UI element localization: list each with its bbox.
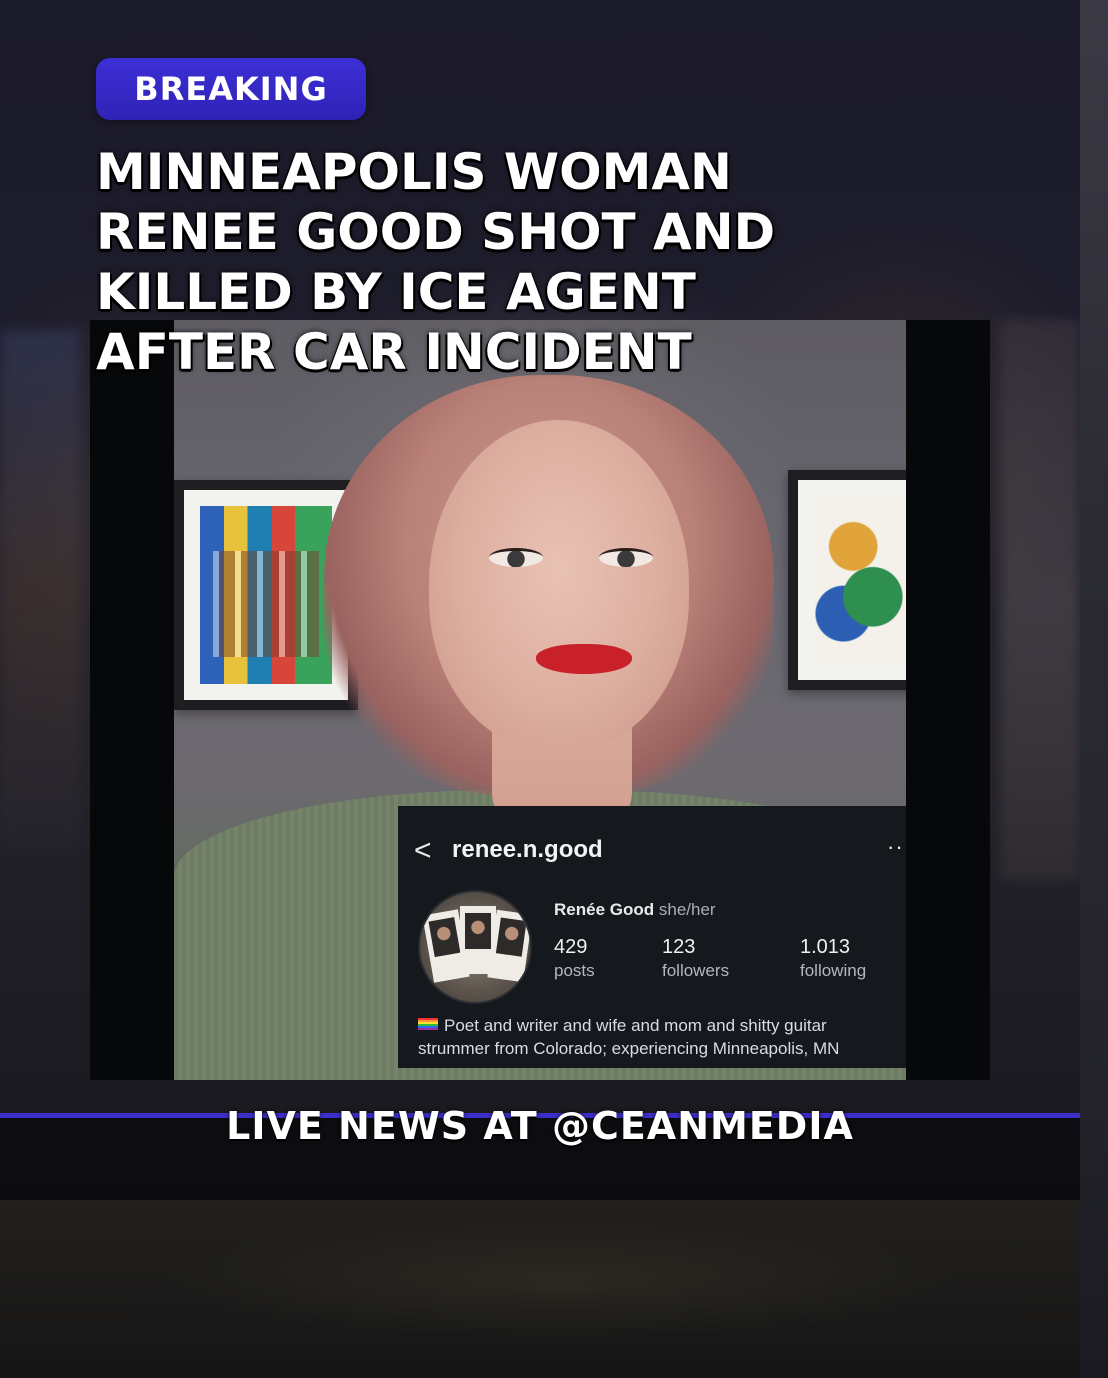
stat-label: following <box>800 961 867 980</box>
instagram-profile-card: < renee.n.good ··· Renée Good she/her 42… <box>398 806 906 1068</box>
profile-bio: Poet and writer and wife and mom and shi… <box>418 1014 906 1060</box>
avatar[interactable] <box>418 890 532 1004</box>
stat-following[interactable]: 1.013 following <box>800 936 866 981</box>
stat-value: 1.013 <box>800 936 851 958</box>
headline-line: MINNEAPOLIS WOMAN <box>96 143 732 201</box>
stat-value: 429 <box>554 936 588 958</box>
bio-line-1: Poet and writer and wife and mom and shi… <box>444 1016 827 1035</box>
stat-label: posts <box>554 961 595 980</box>
portrait-photo: < renee.n.good ··· Renée Good she/her 42… <box>174 320 906 1080</box>
stat-label: followers <box>662 961 730 980</box>
profile-pronouns: she/her <box>658 900 716 919</box>
headline-line: KILLED BY ICE AGENT <box>96 263 696 321</box>
art-painting <box>814 496 906 664</box>
profile-name: Renée Good <box>554 900 655 919</box>
headline-line: AFTER CAR INCIDENT <box>96 323 692 381</box>
more-horizontal-icon[interactable]: ··· <box>887 834 906 860</box>
profile-display-name: Renée Good she/her <box>554 900 716 920</box>
stat-posts[interactable]: 429 posts <box>554 936 595 981</box>
rainbow-flag-icon <box>418 1018 438 1030</box>
background-right-strip <box>1080 0 1108 1378</box>
headline-line: RENEE GOOD SHOT AND <box>96 203 776 261</box>
person-eye-right <box>599 548 653 567</box>
person-lips <box>536 644 632 674</box>
person-eye-left <box>489 548 543 567</box>
headline: MINNEAPOLIS WOMAN RENEE GOOD SHOT AND KI… <box>96 142 856 382</box>
wall-art-right <box>788 470 906 690</box>
live-news-label: LIVE NEWS AT @CEANMEDIA <box>226 1104 854 1148</box>
background-bottom-glow <box>160 1220 960 1340</box>
art-houses <box>200 506 332 684</box>
breaking-label: BREAKING <box>134 70 328 108</box>
breaking-badge: BREAKING <box>96 58 366 120</box>
stat-value: 123 <box>662 936 696 958</box>
person-face <box>429 420 689 750</box>
profile-username: renee.n.good <box>452 836 603 863</box>
photo-frame: < renee.n.good ··· Renée Good she/her 42… <box>90 320 990 1080</box>
bio-line-2: strummer from Colorado; experiencing Min… <box>418 1039 840 1058</box>
background-blur-left <box>0 330 80 850</box>
background-blur-right <box>1000 320 1080 880</box>
stat-followers[interactable]: 123 followers <box>662 936 729 981</box>
chevron-left-icon[interactable]: < <box>414 836 432 866</box>
